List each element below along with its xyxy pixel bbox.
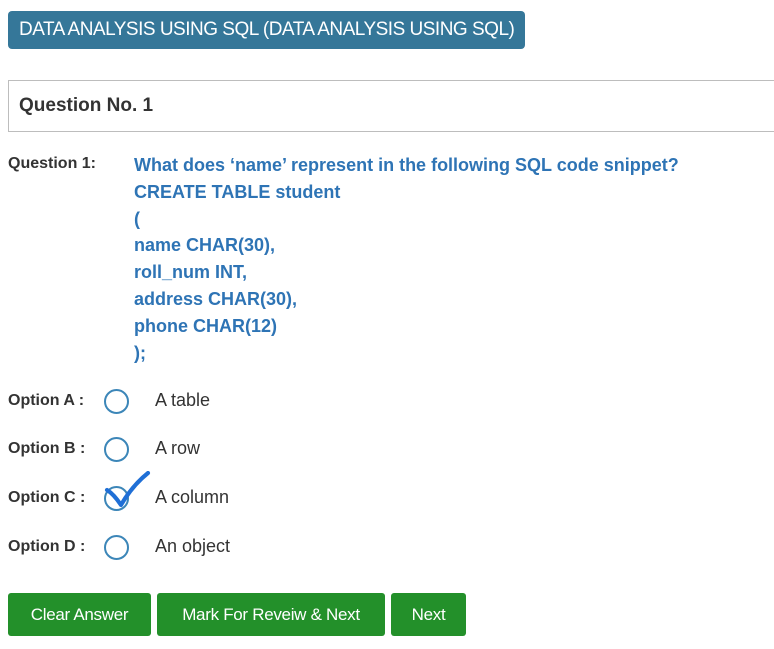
option-a-radio[interactable]: [104, 389, 129, 414]
question-number-title: Question No. 1: [19, 95, 154, 116]
question-line: name CHAR(30),: [134, 235, 276, 256]
question-line: roll_num INT,: [134, 262, 248, 283]
option-c-row: Option C : A column: [8, 471, 608, 514]
option-b-row: Option B : A row: [8, 435, 608, 465]
option-a-row: Option A : A table: [8, 387, 608, 417]
question-text: What does ‘name’ represent in the follow…: [134, 152, 764, 366]
option-c-radio[interactable]: [104, 486, 129, 511]
option-a-text[interactable]: A table: [155, 390, 210, 411]
option-a-label: Option A :: [8, 392, 85, 409]
option-c-label: Option C :: [8, 489, 86, 506]
option-b-radio[interactable]: [104, 437, 129, 462]
exam-page: DATA ANALYSIS USING SQL (DATA ANALYSIS U…: [0, 0, 774, 649]
question-label: Question 1:: [8, 155, 97, 172]
option-d-radio[interactable]: [104, 535, 129, 560]
question-line: CREATE TABLE student: [134, 181, 341, 202]
question-line: (: [134, 208, 140, 229]
question-line: address CHAR(30),: [134, 288, 298, 309]
question-number-panel: Question No. 1: [8, 80, 774, 132]
next-button[interactable]: Next: [391, 593, 466, 636]
option-b-text[interactable]: A row: [155, 438, 200, 459]
option-d-row: Option D : An object: [8, 533, 608, 563]
clear-answer-button[interactable]: Clear Answer: [8, 593, 151, 636]
option-c-text[interactable]: A column: [155, 487, 229, 508]
question-line: phone CHAR(12): [134, 315, 277, 336]
mark-for-review-next-button[interactable]: Mark For Reveiw & Next: [157, 593, 385, 636]
option-d-label: Option D :: [8, 538, 86, 555]
course-title-badge: DATA ANALYSIS USING SQL (DATA ANALYSIS U…: [8, 11, 526, 49]
option-d-text[interactable]: An object: [155, 536, 230, 557]
question-line: What does ‘name’ represent in the follow…: [134, 155, 679, 175]
option-b-label: Option B :: [8, 440, 86, 457]
question-line: );: [134, 342, 146, 363]
